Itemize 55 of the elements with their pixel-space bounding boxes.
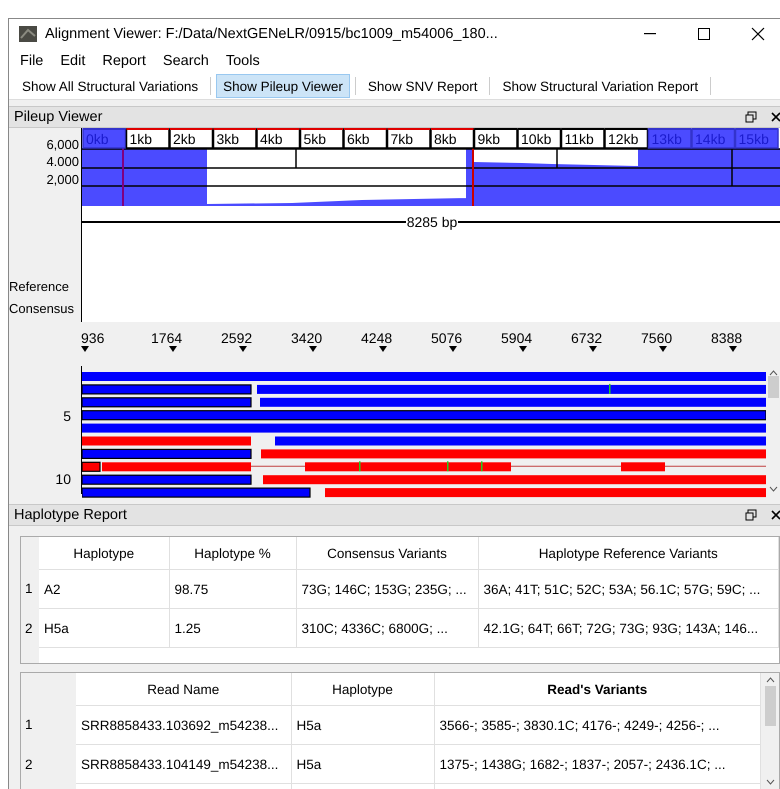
row-number: 1 <box>21 570 39 608</box>
toolbar-button[interactable]: Show SNV Report <box>360 74 484 98</box>
position-label: 4248 <box>361 330 392 346</box>
position-label: 3420 <box>291 330 322 346</box>
column-header[interactable]: Read Name <box>76 673 291 706</box>
table-cell: 3566-; 3585-; 3830.1C; 4176-; 4249-; 4256-; ... <box>434 706 760 744</box>
table-cell: SRR8858433.103692_m54238... <box>76 706 291 744</box>
menu-item[interactable]: Tools <box>216 52 268 69</box>
column-header[interactable]: Haplotype % <box>169 537 296 570</box>
axis-label: 4.000 <box>46 153 79 171</box>
position-label: 936 <box>81 330 104 346</box>
axis-label: 6,000 <box>46 136 79 154</box>
column-header[interactable]: Haplotype <box>291 673 434 706</box>
track-label: Consensus <box>9 300 74 318</box>
position-label: 6732 <box>571 330 602 346</box>
table-cell: 1375-; 1438G; 1682-; 1837-; 2057-; 2436.1C; ... <box>434 744 760 784</box>
row-number: 10 <box>55 470 71 487</box>
column-header[interactable]: Read's Variants <box>434 673 760 706</box>
table-cell: H5a <box>291 706 434 744</box>
span-label: 8285 bp <box>406 214 458 230</box>
table-cell: 42.1G; 64T; 66T; 72G; 73G; 93G; 143A; 146... <box>478 608 778 648</box>
table-cell: H5a <box>291 744 434 784</box>
table-cell: 98.75 <box>169 570 296 608</box>
column-header[interactable]: Haplotype <box>39 537 169 570</box>
table-cell: 1.25 <box>169 608 296 648</box>
menu-item[interactable]: File <box>11 52 52 69</box>
toolbar-button[interactable]: Show Pileup Viewer <box>216 74 350 98</box>
toolbar-button[interactable]: Show Structural Variation Report <box>495 74 706 98</box>
menu-item[interactable]: Edit <box>51 52 94 69</box>
row-number: 5 <box>63 408 71 424</box>
position-label: 2592 <box>221 330 252 346</box>
table-cell: 36A; 41T; 51C; 52C; 53A; 56.1C; 57G; 59C; ... <box>478 570 778 608</box>
row-number: 2 <box>21 744 76 784</box>
toolbar-button[interactable]: Show All Structural Variations <box>15 74 206 98</box>
table-cell: H5a <box>39 608 169 648</box>
panel-title: Pileup Viewer <box>14 108 104 125</box>
table-cell: A2 <box>39 570 169 608</box>
track-label: Reference <box>9 278 69 296</box>
position-label: 1764 <box>151 330 182 346</box>
row-number: 1 <box>21 706 76 744</box>
table-cell: SRR8858433.104149_m54238... <box>76 744 291 784</box>
menu-item[interactable]: Report <box>93 52 154 69</box>
position-label: 5076 <box>431 330 462 346</box>
panel-title: Haplotype Report <box>14 506 128 523</box>
table-cell: 310C; 4336C; 6800G; ... <box>296 608 478 648</box>
position-label: 8388 <box>711 330 742 346</box>
menu-item[interactable]: Search <box>154 52 217 69</box>
table-cell: 73G; 146C; 153G; 235G; ... <box>296 570 478 608</box>
column-header[interactable]: Consensus Variants <box>296 537 478 570</box>
position-label: 7560 <box>641 330 672 346</box>
position-label: 5904 <box>501 330 532 346</box>
axis-label: 2,000 <box>46 170 79 188</box>
row-number: 2 <box>21 608 39 648</box>
window-title: Alignment Viewer: F:/Data/NextGENeLR/0915/bc1009_m54006_180... <box>45 26 499 42</box>
column-header[interactable]: Haplotype Reference Variants <box>478 537 778 570</box>
